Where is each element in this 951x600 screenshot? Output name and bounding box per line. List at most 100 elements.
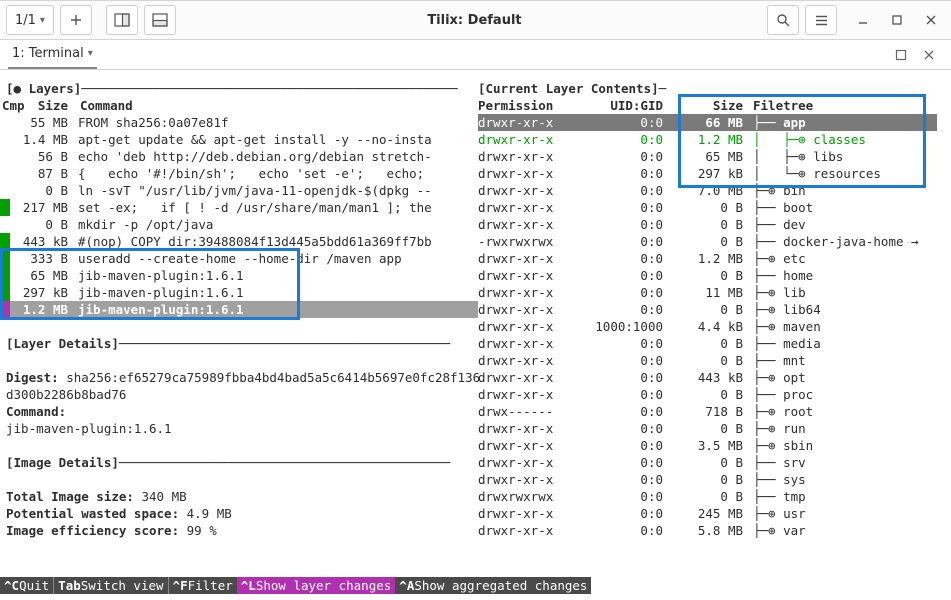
- filetree-size: 0 B: [663, 386, 743, 403]
- filetree-row[interactable]: drwxr-xr-x1000:10004.4 kB├─⊕ maven: [478, 318, 937, 335]
- layer-row[interactable]: 55 MBFROM sha256:0a07e81f: [0, 114, 478, 131]
- filetree-row[interactable]: drwxr-xr-x0:0297 kB│ └─⊕ resources: [478, 165, 937, 182]
- key-layer-changes: ^L Show layer changes: [237, 577, 396, 594]
- keybar: ^C Quit Tab Switch view ^F Filter ^L Sho…: [0, 577, 951, 594]
- filetree-path: ├─⊕ maven: [743, 318, 937, 335]
- layer-command: #(nop) COPY dir:39488084f13d445a5bdd61a3…: [78, 233, 478, 250]
- window-title: Tilix: Default: [182, 12, 767, 29]
- filetree-ugid: 0:0: [578, 437, 663, 454]
- layer-row[interactable]: 1.4 MBapt-get update && apt-get install …: [0, 131, 478, 148]
- filetree-ugid: 0:0: [578, 250, 663, 267]
- filetree-row[interactable]: drwxr-xr-x0:065 MB│ ├─⊕ libs: [478, 148, 937, 165]
- filetree-ugid: 0:0: [578, 114, 663, 131]
- maximize-button[interactable]: [883, 6, 911, 34]
- filetree-row[interactable]: drwxr-xr-x0:07.0 MB├─⊕ bin: [478, 182, 937, 199]
- minimize-button[interactable]: [849, 6, 877, 34]
- filetree-ugid: 0:0: [578, 522, 663, 539]
- filetree-row[interactable]: drwxr-xr-x0:05.8 MB├─⊕ var: [478, 522, 937, 539]
- filetree-path: ├── dev: [743, 216, 937, 233]
- split-right-button[interactable]: [106, 5, 138, 35]
- terminal-content[interactable]: [● Layers]──────────────────────────────…: [0, 72, 951, 600]
- filetree-path: ├─⊕ lib: [743, 284, 937, 301]
- filetree-row[interactable]: drwxr-xr-x0:00 B├── home: [478, 267, 937, 284]
- layer-cmp-indicator: [0, 233, 10, 250]
- layers-header: Size Command Cmp: [0, 97, 478, 114]
- layer-row[interactable]: 217 MBset -ex; if [ ! -d /usr/share/man/…: [0, 199, 478, 216]
- layer-size: 55 MB: [10, 114, 78, 131]
- filetree-perm: drwx------: [478, 403, 578, 420]
- filetree-row[interactable]: drwxr-xr-x0:00 B├─⊕ run: [478, 420, 937, 437]
- filetree-perm: drwxr-xr-x: [478, 199, 578, 216]
- layer-row[interactable]: 56 Becho 'deb http://deb.debian.org/debi…: [0, 148, 478, 165]
- layer-size: 1.4 MB: [10, 131, 78, 148]
- filetree-perm: drwxr-xr-x: [478, 522, 578, 539]
- hamburger-menu-button[interactable]: [805, 5, 837, 35]
- filetree-size: 7.0 MB: [663, 182, 743, 199]
- filetree-size: 5.8 MB: [663, 522, 743, 539]
- layer-row[interactable]: 297 kBjib-maven-plugin:1.6.1: [0, 284, 478, 301]
- filetree-row[interactable]: drwxr-xr-x0:00 B├── dev: [478, 216, 937, 233]
- layer-row[interactable]: 1.2 MBjib-maven-plugin:1.6.1: [0, 301, 478, 318]
- tab-maximize-button[interactable]: [887, 43, 915, 67]
- filetree-row[interactable]: -rwxrwxrwx0:00 B├── docker-java-home →: [478, 233, 937, 250]
- filetree-row[interactable]: drwxr-xr-x0:00 B├── media: [478, 335, 937, 352]
- filetree-ugid: 1000:1000: [578, 318, 663, 335]
- layer-command: jib-maven-plugin:1.6.1: [78, 301, 478, 318]
- filetree-ugid: 0:0: [578, 182, 663, 199]
- filetree-row[interactable]: drwxr-xr-x0:00 B├─⊕ lib64: [478, 301, 937, 318]
- close-button[interactable]: [917, 6, 945, 34]
- filetree-path: ├── app: [743, 114, 937, 131]
- filetree-perm: drwxr-xr-x: [478, 437, 578, 454]
- filetree-perm: drwxr-xr-x: [478, 369, 578, 386]
- filetree-ugid: 0:0: [578, 131, 663, 148]
- layer-size: 1.2 MB: [10, 301, 78, 318]
- layer-row[interactable]: 87 B{ echo '#!/bin/sh'; echo 'set -e'; e…: [0, 165, 478, 182]
- filetree-size: 11 MB: [663, 284, 743, 301]
- layer-cmp-indicator: [0, 301, 10, 318]
- filetree-ugid: 0:0: [578, 148, 663, 165]
- layers-pane: [● Layers]──────────────────────────────…: [0, 80, 478, 576]
- filetree-row[interactable]: drwxr-xr-x0:03.5 MB├─⊕ sbin: [478, 437, 937, 454]
- filetree-size: 0 B: [663, 335, 743, 352]
- tab-terminal-1[interactable]: 1: Terminal ▾: [8, 40, 97, 69]
- filetree-row[interactable]: drwxr-xr-x0:00 B├── proc: [478, 386, 937, 403]
- layer-row[interactable]: 333 Buseradd --create-home --home-dir /m…: [0, 250, 478, 267]
- filetree-size: 443 kB: [663, 369, 743, 386]
- filetree-path: ├─⊕ root: [743, 403, 937, 420]
- search-button[interactable]: [767, 5, 799, 35]
- filetree-ugid: 0:0: [578, 386, 663, 403]
- filetree-row[interactable]: drwxr-xr-x0:00 B├── mnt: [478, 352, 937, 369]
- layer-command: set -ex; if [ ! -d /usr/share/man/man1 ]…: [78, 199, 478, 216]
- filetree-size: 297 kB: [663, 165, 743, 182]
- digest-row: Digest: sha256:ef65279ca75989fbba4bd4bad…: [0, 369, 478, 386]
- filetree-row[interactable]: drwxr-xr-x0:01.2 MB├─⊕ etc: [478, 250, 937, 267]
- filetree-perm: drwxr-xr-x: [478, 284, 578, 301]
- filetree-row[interactable]: drwxr-xr-x0:00 B├── srv: [478, 454, 937, 471]
- layer-command: ln -svT "/usr/lib/jvm/java-11-openjdk-$(…: [78, 182, 478, 199]
- filetree-row[interactable]: drwx------0:0718 B├─⊕ root: [478, 403, 937, 420]
- filetree-row[interactable]: drwxr-xr-x0:066 MB├── app: [478, 114, 937, 131]
- filetree-perm: drwxr-xr-x: [478, 165, 578, 182]
- layer-size: 217 MB: [10, 199, 78, 216]
- filetree-path: ├── sys: [743, 471, 937, 488]
- filetree-row[interactable]: drwxrwxrwx0:00 B├── tmp: [478, 488, 937, 505]
- filetree-row[interactable]: drwxr-xr-x0:01.2 MB│ ├─⊕ classes: [478, 131, 937, 148]
- filetree-size: 0 B: [663, 488, 743, 505]
- layer-row[interactable]: 0 Bln -svT "/usr/lib/jvm/java-11-openjdk…: [0, 182, 478, 199]
- digest-row-2: d300b2286b8bad76: [0, 386, 478, 403]
- layer-row[interactable]: 65 MBjib-maven-plugin:1.6.1: [0, 267, 478, 284]
- tab-close-button[interactable]: [915, 43, 943, 67]
- filetree-row[interactable]: drwxr-xr-x0:0245 MB├─⊕ usr: [478, 505, 937, 522]
- filetree-row[interactable]: drwxr-xr-x0:00 B├── boot: [478, 199, 937, 216]
- layer-row[interactable]: 443 kB#(nop) COPY dir:39488084f13d445a5b…: [0, 233, 478, 250]
- filetree-row[interactable]: drwxr-xr-x0:0443 kB├─⊕ opt: [478, 369, 937, 386]
- new-session-button[interactable]: [60, 5, 92, 35]
- filetree-perm: drwxr-xr-x: [478, 250, 578, 267]
- layer-row[interactable]: 0 Bmkdir -p /opt/java: [0, 216, 478, 233]
- filetree-row[interactable]: drwxr-xr-x0:00 B├── sys: [478, 471, 937, 488]
- split-down-button[interactable]: [144, 5, 176, 35]
- session-indicator[interactable]: 1/1 ▾: [6, 5, 54, 35]
- filetree-row[interactable]: drwxr-xr-x0:011 MB├─⊕ lib: [478, 284, 937, 301]
- filetree-path: ├─⊕ sbin: [743, 437, 937, 454]
- layer-size: 65 MB: [10, 267, 78, 284]
